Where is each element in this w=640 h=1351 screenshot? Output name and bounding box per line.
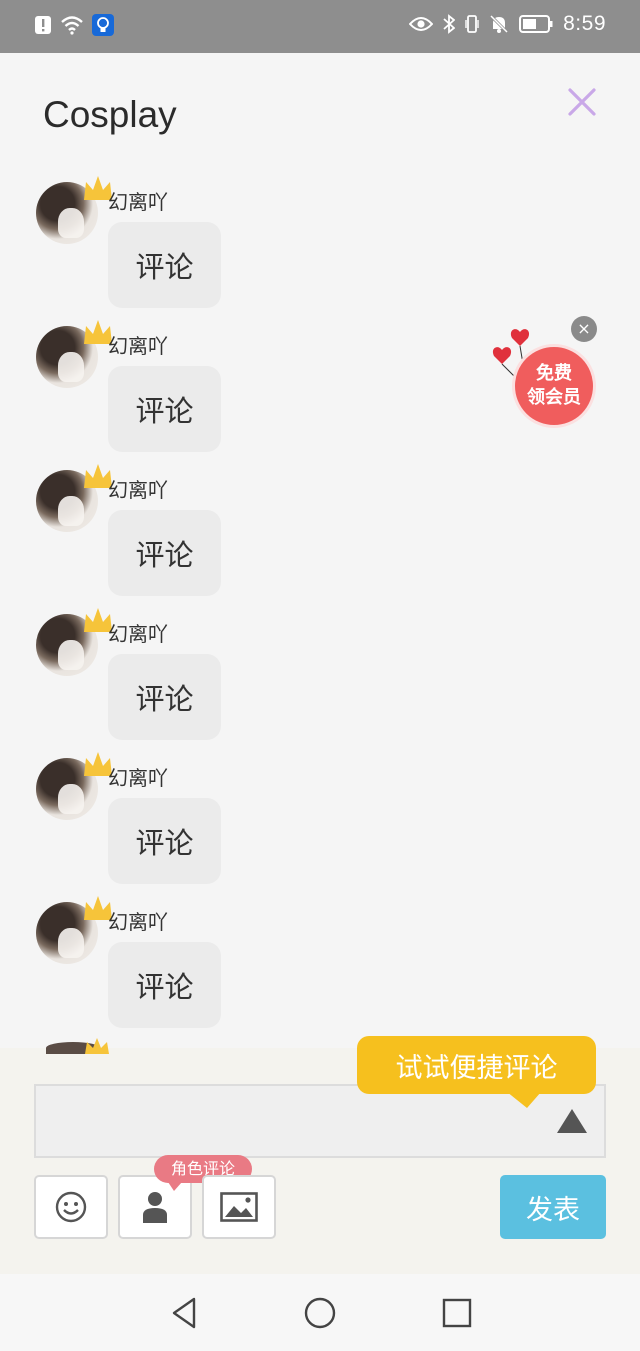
- comment-bubble: 评论: [108, 366, 221, 452]
- vip-close-icon[interactable]: ×: [571, 316, 597, 342]
- emoji-button[interactable]: [34, 1175, 108, 1239]
- recents-icon[interactable]: [440, 1296, 474, 1330]
- bluetooth-icon: [443, 14, 456, 34]
- alert-icon: [34, 15, 52, 35]
- username: 幻离吖: [108, 910, 168, 934]
- comment-item: 幻离吖 评论: [0, 170, 640, 314]
- comment-item: 幻离吖 评论: [0, 746, 640, 890]
- image-button[interactable]: [202, 1175, 276, 1239]
- username: 幻离吖: [108, 478, 168, 502]
- close-icon[interactable]: [566, 86, 598, 118]
- home-icon[interactable]: [303, 1296, 337, 1330]
- username: 幻离吖: [108, 766, 168, 790]
- quick-comment-tip[interactable]: 试试便捷评论: [357, 1036, 596, 1108]
- status-bar: 8:59: [0, 0, 640, 53]
- wifi-icon: [60, 15, 84, 35]
- username: 幻离吖: [108, 190, 168, 214]
- vip-line2: 领会员: [527, 387, 581, 408]
- crown-icon: [85, 1038, 109, 1054]
- comment-item: 幻离吖 评论: [0, 602, 640, 746]
- clock: 8:59: [563, 12, 606, 35]
- publish-button[interactable]: 发表: [500, 1175, 606, 1239]
- comment-bubble: 评论: [108, 510, 221, 596]
- free-vip-badge[interactable]: 免费 领会员 ×: [490, 316, 600, 433]
- person-icon: [143, 1192, 167, 1223]
- image-icon: [220, 1192, 258, 1222]
- vibrate-icon: [465, 14, 479, 34]
- page-title: Cosplay: [43, 94, 177, 135]
- comment-bubble: 评论: [108, 654, 221, 740]
- eye-icon: [409, 16, 434, 32]
- username: 幻离吖: [108, 334, 168, 358]
- comment-item: 幻离吖 评论: [0, 890, 640, 1034]
- comment-bubble: 评论: [108, 798, 221, 884]
- emoji-icon: [55, 1191, 87, 1223]
- system-nav-bar: [0, 1274, 640, 1351]
- username: 幻离吖: [108, 622, 168, 646]
- comment-list[interactable]: 幻离吖 评论 幻离吖 评论 幻离吖 评论 幻离吖 评论 幻离吖 评论 幻离吖 评…: [0, 170, 640, 1048]
- expand-triangle-icon[interactable]: [556, 1108, 588, 1134]
- battery-icon: [519, 15, 553, 33]
- back-icon[interactable]: [168, 1296, 202, 1330]
- comment-bubble: 评论: [108, 942, 221, 1028]
- comment-bubble: 评论: [108, 222, 221, 308]
- lightbulb-icon: [92, 14, 114, 36]
- mute-icon: [489, 14, 509, 34]
- comment-item: 幻离吖 评论: [0, 458, 640, 602]
- vip-circle[interactable]: 免费 领会员: [512, 344, 596, 428]
- compose-panel: 试试便捷评论 角色评论 发表: [0, 1036, 640, 1274]
- vip-line1: 免费: [536, 363, 572, 384]
